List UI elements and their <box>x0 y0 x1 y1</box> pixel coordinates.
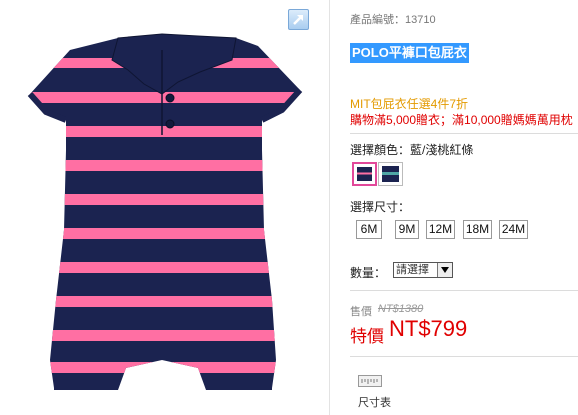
size-option-12m[interactable]: 12M <box>426 220 455 239</box>
swatch-chip <box>357 167 372 181</box>
size-option-9m[interactable]: 9M <box>395 220 419 239</box>
expand-arrow-icon <box>293 15 303 25</box>
special-price-label: 特價 <box>350 327 384 346</box>
swatch-chip <box>382 166 399 182</box>
color-swatch-navy-teal[interactable] <box>378 162 403 186</box>
product-image <box>27 33 303 390</box>
divider <box>350 356 578 357</box>
divider <box>350 290 578 291</box>
color-label: 選擇顏色：藍/淺桃紅條 <box>350 143 474 157</box>
promo-line-discount: MIT包屁衣任選4件7折 <box>350 97 469 111</box>
size-option-24m[interactable]: 24M <box>499 220 528 239</box>
size-option-18m[interactable]: 18M <box>463 220 492 239</box>
product-photo-area <box>0 0 330 415</box>
promo-line-gift: 購物滿5,000贈衣；滿10,000贈媽媽萬用枕 <box>350 113 573 127</box>
ruler-ticks <box>361 379 378 384</box>
color-swatch-navy-pink[interactable] <box>352 162 377 186</box>
quantity-select[interactable]: 請選擇 <box>393 262 453 278</box>
quantity-selected-value: 請選擇 <box>396 264 429 276</box>
product-info-panel: 產品編號：13710 POLO平褲口包屁衣 MIT包屁衣任選4件7折 購物滿5,… <box>350 0 578 415</box>
size-chart-link[interactable]: 尺寸表 <box>358 394 391 410</box>
product-title: POLO平褲口包屁衣 <box>350 43 469 63</box>
original-price: NT$1380 <box>378 303 424 315</box>
quantity-label: 數量： <box>350 266 387 280</box>
divider <box>350 133 578 134</box>
price-label: 售價 <box>350 306 372 318</box>
size-option-6m[interactable]: 6M <box>356 220 382 239</box>
special-price: NT$799 <box>389 316 468 341</box>
size-label: 選擇尺寸： <box>350 200 411 214</box>
zoom-image-button[interactable] <box>288 9 309 30</box>
product-number: 產品編號：13710 <box>350 14 436 26</box>
ruler-icon[interactable] <box>358 375 382 387</box>
dropdown-arrow-icon <box>437 263 452 277</box>
